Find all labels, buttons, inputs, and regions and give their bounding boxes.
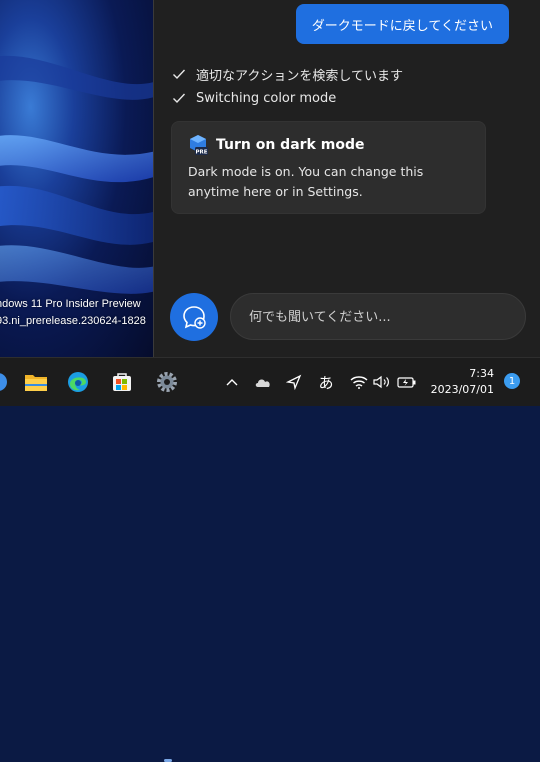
battery-button[interactable]: [397, 372, 417, 392]
location-button[interactable]: [284, 372, 304, 392]
battery-charging-icon: [397, 377, 416, 388]
store-icon: [113, 373, 131, 391]
ask-box[interactable]: [230, 293, 526, 341]
clock[interactable]: 7:34 2023/07/01: [431, 366, 494, 398]
speaker-icon: [373, 375, 389, 389]
card-body: Dark mode is on. You can change this any…: [188, 164, 424, 199]
clock-time: 7:34: [469, 367, 494, 380]
volume-button[interactable]: [372, 372, 392, 392]
desktop-wallpaper: ndows 11 Pro Insider Preview 93.ni_prere…: [0, 0, 153, 357]
edge-button[interactable]: [62, 366, 94, 398]
new-topic-button[interactable]: [170, 293, 218, 341]
wifi-icon: [350, 376, 368, 389]
store-button[interactable]: [106, 366, 138, 398]
settings-icon: [157, 372, 177, 392]
dark-mode-card[interactable]: PRE Turn on dark mode Dark mode is on. Y…: [171, 121, 486, 214]
card-header: PRE Turn on dark mode: [188, 134, 364, 156]
location-arrow-icon: [286, 374, 302, 390]
file-explorer-button[interactable]: [20, 366, 52, 398]
start-button[interactable]: [0, 366, 14, 398]
cloud-icon: [255, 379, 270, 387]
checkmark-icon: [173, 93, 186, 104]
status-row: 適切なアクションを検索しています: [172, 62, 403, 86]
new-chat-icon: [183, 306, 206, 329]
status-text: 適切なアクションを検索しています: [196, 68, 403, 84]
chevron-up-icon: [226, 379, 238, 386]
watermark-line-2: 93.ni_prerelease.230624-1828: [0, 315, 146, 327]
card-title: Turn on dark mode: [216, 137, 365, 153]
checkmark-icon: [173, 69, 186, 80]
status-row: Switching color mode: [172, 86, 403, 110]
start-icon: [0, 373, 7, 391]
edge-icon: [68, 372, 88, 392]
settings-button[interactable]: [151, 366, 183, 398]
settings-preview-icon: PRE: [190, 135, 208, 156]
preview-badge-text: PRE: [195, 150, 207, 156]
file-explorer-icon: [25, 375, 47, 391]
network-button[interactable]: [349, 372, 369, 392]
ime-mode-button[interactable]: あ: [316, 372, 336, 392]
watermark-line-1: ndows 11 Pro Insider Preview: [0, 298, 141, 310]
status-text: Switching color mode: [196, 90, 337, 106]
user-message-bubble: ダークモードに戻してください: [295, 4, 509, 44]
action-status-list: 適切なアクションを検索しています Switching color mode: [172, 62, 403, 110]
taskbar: あ 7:34 2023/07/01: [0, 357, 540, 762]
onedrive-button[interactable]: [253, 372, 273, 392]
notification-badge[interactable]: 1: [504, 373, 520, 389]
show-hidden-icons-button[interactable]: [222, 372, 242, 392]
ask-input[interactable]: [247, 294, 511, 341]
user-message-text: ダークモードに戻してください: [311, 18, 493, 34]
copilot-panel: ダークモードに戻してください 適切なアクションを検索しています Switchin…: [153, 0, 540, 357]
clock-date: 2023/07/01: [430, 383, 494, 396]
